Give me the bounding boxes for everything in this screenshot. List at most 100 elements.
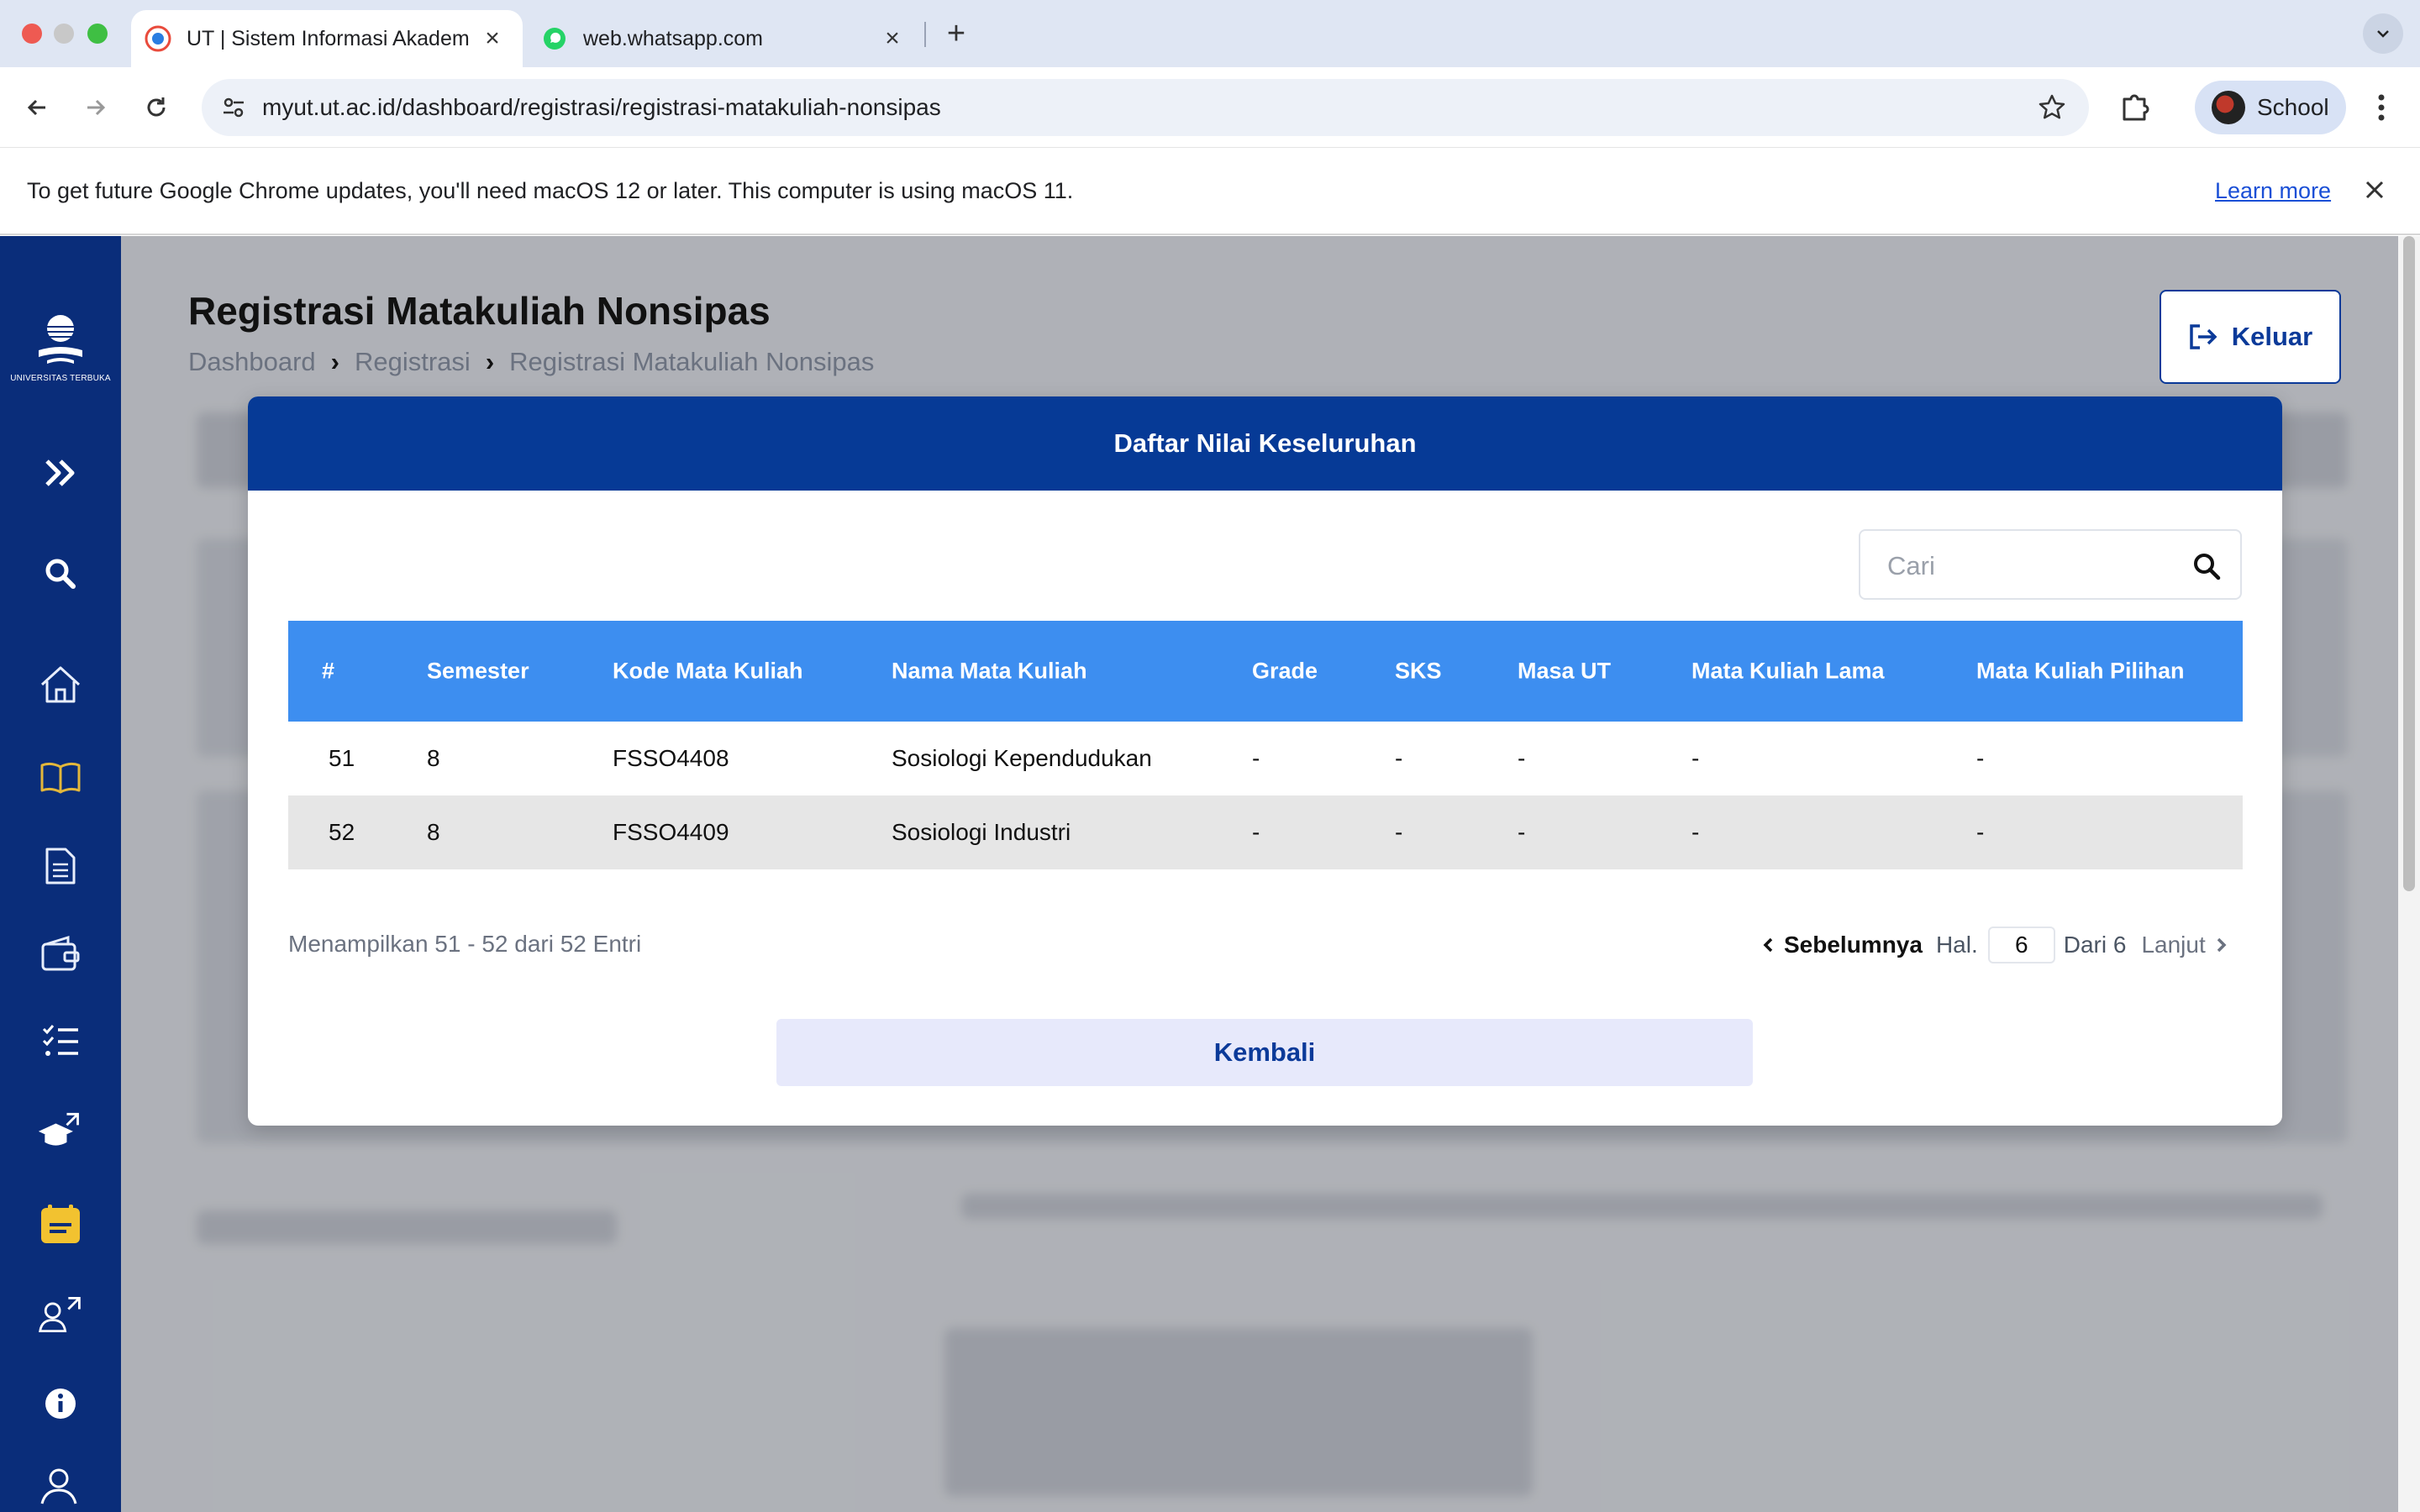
grades-table: # Semester Kode Mata Kuliah Nama Mata Ku… xyxy=(288,621,2243,869)
users-external-icon[interactable] xyxy=(37,1291,84,1338)
cell-sks: - xyxy=(1395,819,1403,845)
chevron-left-icon xyxy=(1763,937,1773,953)
scrollbar-thumb[interactable] xyxy=(2403,236,2415,891)
page-title: Registrasi Matakuliah Nonsipas xyxy=(188,289,771,333)
learn-more-link[interactable]: Learn more xyxy=(2215,178,2331,204)
column-header-kode[interactable]: Kode Mata Kuliah xyxy=(613,659,803,685)
graduation-external-icon[interactable] xyxy=(37,1106,84,1153)
tab-close-icon[interactable]: × xyxy=(477,24,508,54)
next-page-button[interactable]: Lanjut xyxy=(2141,932,2228,958)
profile-name: School xyxy=(2257,94,2329,120)
entries-summary: Menampilkan 51 - 52 dari 52 Entri xyxy=(288,931,642,957)
table-header: # Semester Kode Mata Kuliah Nama Mata Ku… xyxy=(288,621,2243,722)
tab-title: web.whatsapp.com xyxy=(583,26,764,50)
search-icon[interactable] xyxy=(2191,551,2222,581)
breadcrumb-current: Registrasi Matakuliah Nonsipas xyxy=(509,347,875,376)
logo-text: UNIVERSITAS TERBUKA xyxy=(10,374,111,383)
column-header-number[interactable]: # xyxy=(322,659,334,685)
column-header-masa-ut[interactable]: Masa UT xyxy=(1518,659,1611,685)
page-scrollbar[interactable] xyxy=(2398,236,2420,1512)
grades-modal: Daftar Nilai Keseluruhan Cari # Semester… xyxy=(248,396,2282,1126)
next-label: Lanjut xyxy=(2141,932,2206,958)
previous-page-button[interactable]: Sebelumnya xyxy=(1760,932,1923,958)
new-tab-button[interactable]: + xyxy=(938,15,975,52)
column-header-grade[interactable]: Grade xyxy=(1252,659,1318,685)
ut-logo-icon xyxy=(39,315,82,364)
arrow-right-icon xyxy=(87,99,106,116)
table-row[interactable]: 52 8 FSSO4409 Sosiologi Industri - - - -… xyxy=(288,795,2243,869)
column-header-semester[interactable]: Semester xyxy=(427,659,529,685)
cell-number: 52 xyxy=(329,819,355,845)
extensions-icon[interactable] xyxy=(2114,87,2154,128)
tab-whatsapp[interactable]: web.whatsapp.com × xyxy=(528,10,923,67)
cell-mk-lama: - xyxy=(1691,745,1700,771)
close-icon[interactable] xyxy=(2360,175,2390,205)
previous-label: Sebelumnya xyxy=(1784,932,1923,958)
logout-icon xyxy=(2190,324,2217,349)
browser-menu-button[interactable] xyxy=(2361,87,2402,128)
chevron-right-icon xyxy=(2217,937,2227,953)
cell-mk-pilihan: - xyxy=(1976,819,1985,845)
page-total: Dari 6 xyxy=(2063,932,2127,958)
wallet-icon[interactable] xyxy=(37,930,84,977)
avatar xyxy=(2212,91,2245,124)
arrow-left-icon xyxy=(27,99,45,116)
universitas-terbuka-logo[interactable]: UNIVERSITAS TERBUKA xyxy=(10,313,111,389)
tab-title: UT | Sistem Informasi Akadem xyxy=(187,26,470,50)
cell-masa-ut: - xyxy=(1518,745,1526,771)
maximize-window-button[interactable] xyxy=(87,24,108,44)
expand-sidebar-icon[interactable] xyxy=(37,449,84,496)
cell-masa-ut: - xyxy=(1518,819,1526,845)
page: UNIVERSITAS TERBUKA Registrasi Matakulia… xyxy=(0,236,2420,1512)
cell-semester: 8 xyxy=(427,819,440,845)
search-icon[interactable] xyxy=(37,550,84,597)
site-settings-icon[interactable] xyxy=(217,91,250,124)
breadcrumb-dashboard[interactable]: Dashboard xyxy=(188,347,316,377)
browser-tab-bar: UT | Sistem Informasi Akadem × web.whats… xyxy=(0,0,2420,67)
reload-button[interactable] xyxy=(134,86,178,129)
minimize-window-button[interactable] xyxy=(54,24,74,44)
info-icon[interactable] xyxy=(37,1380,84,1427)
back-button[interactable]: Kembali xyxy=(776,1019,1753,1086)
update-infobar: To get future Google Chrome updates, you… xyxy=(0,148,2420,235)
column-header-nama[interactable]: Nama Mata Kuliah xyxy=(892,659,1087,685)
cell-number: 51 xyxy=(329,745,355,771)
tab-ut-sistem-informasi[interactable]: UT | Sistem Informasi Akadem × xyxy=(131,10,523,67)
breadcrumb: Dashboard › Registrasi › Registrasi Mata… xyxy=(188,347,874,377)
book-icon[interactable] xyxy=(37,753,84,801)
pagination: Sebelumnya Hal. 6 Dari 6 Lanjut xyxy=(1760,926,2229,964)
table-row[interactable]: 51 8 FSSO4408 Sosiologi Kependudukan - -… xyxy=(288,722,2243,795)
calendar-icon[interactable] xyxy=(37,1200,84,1247)
logout-button[interactable]: Keluar xyxy=(2160,290,2341,384)
browser-toolbar: myut.ut.ac.id/dashboard/registrasi/regis… xyxy=(0,67,2420,148)
profile-button[interactable]: School xyxy=(2195,81,2346,134)
cell-kode: FSSO4409 xyxy=(613,819,729,845)
page-prefix: Hal. xyxy=(1935,932,1978,958)
bookmark-star-icon[interactable] xyxy=(2037,92,2067,123)
user-icon[interactable] xyxy=(37,1461,84,1508)
cell-nama: Sosiologi Kependudukan xyxy=(892,745,1152,771)
home-icon[interactable] xyxy=(37,661,84,708)
tab-close-icon[interactable]: × xyxy=(877,24,908,54)
forward-button[interactable] xyxy=(74,86,118,129)
checklist-icon[interactable] xyxy=(37,1017,84,1064)
document-icon[interactable] xyxy=(37,843,84,890)
breadcrumb-registrasi[interactable]: Registrasi xyxy=(355,347,471,377)
logout-label: Keluar xyxy=(2231,322,2313,351)
cell-grade: - xyxy=(1252,745,1260,771)
page-number-input[interactable]: 6 xyxy=(1987,927,2055,963)
cell-nama: Sosiologi Industri xyxy=(892,819,1071,845)
close-window-button[interactable] xyxy=(22,24,42,44)
cell-semester: 8 xyxy=(427,745,440,771)
back-button[interactable] xyxy=(15,86,59,129)
modal-header: Daftar Nilai Keseluruhan xyxy=(248,396,2282,491)
column-header-mk-pilihan[interactable]: Mata Kuliah Pilihan xyxy=(1976,659,2185,685)
column-header-mk-lama[interactable]: Mata Kuliah Lama xyxy=(1691,659,1885,685)
tab-search-button[interactable] xyxy=(2363,13,2403,54)
search-input[interactable]: Cari xyxy=(1859,529,2242,600)
address-bar[interactable]: myut.ut.ac.id/dashboard/registrasi/regis… xyxy=(202,79,2089,136)
column-header-sks[interactable]: SKS xyxy=(1395,659,1442,685)
cell-mk-pilihan: - xyxy=(1976,745,1985,771)
modal-title: Daftar Nilai Keseluruhan xyxy=(1113,428,1417,458)
cell-mk-lama: - xyxy=(1691,819,1700,845)
